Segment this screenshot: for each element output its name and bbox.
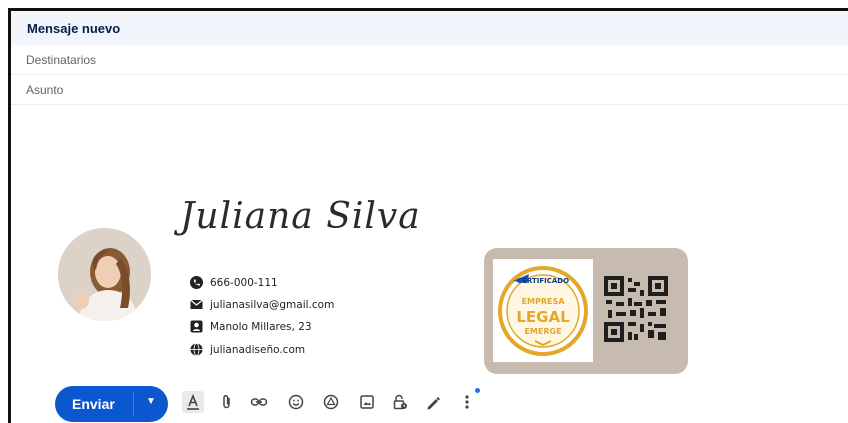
phone-icon — [190, 276, 203, 289]
compose-title: Mensaje nuevo — [27, 21, 121, 36]
recipients-field[interactable]: Destinatarios — [11, 45, 848, 75]
send-divider — [133, 392, 134, 416]
badge-line1: CERTIFICADO — [517, 277, 569, 285]
send-button[interactable]: Enviar — [72, 396, 115, 412]
send-options-chevron-icon[interactable]: ▼ — [146, 396, 156, 407]
address-text: Manolo Millares, 23 — [210, 320, 312, 333]
certificate-badge: CERTIFICADO EMPRESA LEGAL EMERGE — [493, 259, 593, 362]
image-icon[interactable] — [356, 391, 378, 413]
mail-icon — [190, 299, 203, 309]
more-options-icon[interactable] — [456, 391, 478, 413]
website-text: julianadiseño.com — [210, 343, 306, 356]
signature-avatar — [58, 228, 151, 321]
globe-icon — [190, 343, 203, 356]
subject-field[interactable]: Asunto — [11, 75, 848, 105]
send-button-group: Enviar ▼ — [55, 386, 168, 422]
signature-name: Juliana Silva — [180, 196, 421, 237]
signature-website: julianadiseño.com — [190, 343, 305, 356]
signature-address: Manolo Millares, 23 — [190, 320, 312, 333]
link-icon[interactable] — [248, 391, 270, 413]
subject-placeholder: Asunto — [26, 83, 64, 97]
location-icon — [190, 320, 203, 333]
drive-icon[interactable] — [320, 391, 342, 413]
qr-code — [604, 276, 668, 342]
badge-line2: EMPRESA — [522, 297, 566, 306]
notification-dot — [475, 388, 480, 393]
attach-icon[interactable] — [216, 391, 238, 413]
compose-header: Mensaje nuevo — [11, 11, 848, 45]
emoji-icon[interactable] — [285, 391, 307, 413]
phone-text: 666-000-111 — [210, 276, 278, 289]
signature-email: julianasilva@gmail.com — [190, 298, 334, 311]
signature-icon[interactable] — [422, 391, 444, 413]
signature-phone: 666-000-111 — [190, 276, 278, 289]
email-text: julianasilva@gmail.com — [210, 298, 335, 311]
compose-window: Mensaje nuevo Destinatarios Asunto Julia… — [0, 0, 848, 423]
confidential-icon[interactable] — [389, 391, 411, 413]
badge-line3: LEGAL — [516, 308, 570, 326]
recipients-placeholder: Destinatarios — [26, 53, 97, 67]
format-text-icon[interactable] — [182, 391, 204, 413]
badge-line4: EMERGE — [524, 327, 561, 336]
